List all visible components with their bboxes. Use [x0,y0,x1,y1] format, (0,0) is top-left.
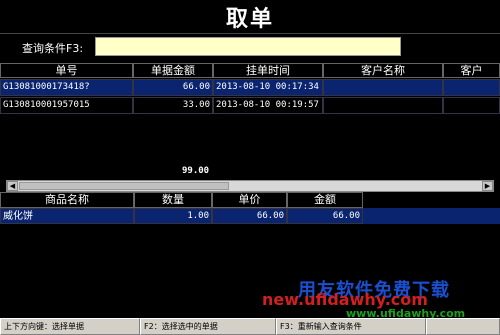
column-header-qty[interactable]: 数量 [134,192,212,208]
horizontal-scrollbar[interactable]: ◀ ▶ [6,180,494,192]
qty-cell: 1.00 [134,208,212,224]
column-header-order-no[interactable]: 单号 [0,63,133,78]
column-header-time[interactable]: 挂单时间 [213,63,323,78]
title-bar: 取单 [0,0,500,34]
amount-cell: 33.00 [133,97,213,114]
column-header-customer-2[interactable]: 客户 [443,63,500,78]
status-segment-empty [426,318,500,335]
table-row[interactable]: 威化饼 1.00 66.00 66.00 [0,208,500,224]
items-header: 商品名称 数量 单价 金额 [0,192,363,208]
status-hint-select: F2：选择选中的单据 [140,318,276,335]
column-header-amount[interactable]: 单据金额 [133,63,213,78]
status-bar: 上下方向键：选择单据 F2：选择选中的单据 F3：重新输入查询条件 [0,318,500,335]
customer-2-cell [443,97,500,114]
item-name-cell: 威化饼 [0,208,134,224]
query-input[interactable] [95,37,401,56]
column-header-item-name[interactable]: 商品名称 [0,192,134,208]
scrollbar-thumb[interactable] [19,182,229,190]
query-label: 查询条件F3: [22,42,84,55]
status-hint-query: F3：重新输入查询条件 [276,318,426,335]
customer-cell [323,79,443,96]
table-row[interactable]: G130810001957015 33.00 2013-08-10 00:19:… [0,97,500,114]
column-header-item-amount[interactable]: 金额 [287,192,363,208]
order-no-cell: G130810001957015 [0,97,133,114]
amount-cell: 66.00 [133,79,213,96]
order-no-cell: G13081000173418? [0,79,133,96]
table-row[interactable]: G13081000173418? 66.00 2013-08-10 00:17:… [0,79,500,96]
scroll-left-icon[interactable]: ◀ [7,181,18,191]
window-title: 取单 [225,6,274,32]
orders-header: 单号 单据金额 挂单时间 客户名称 客户 [0,63,500,78]
status-hint-navigate: 上下方向键：选择单据 [0,318,140,335]
item-amount-cell: 66.00 [287,208,363,224]
scroll-right-icon[interactable]: ▶ [482,181,493,191]
orders-total: 99.00 [182,166,210,176]
time-cell: 2013-08-10 00:17:34 [213,79,323,96]
price-cell: 66.00 [212,208,287,224]
customer-cell [323,97,443,114]
customer-2-cell [443,79,500,96]
time-cell: 2013-08-10 00:19:57 [213,97,323,114]
orders-grid: 单号 单据金额 挂单时间 客户名称 客户 G13081000173418? 66… [0,63,500,183]
column-header-customer[interactable]: 客户名称 [323,63,443,78]
column-header-price[interactable]: 单价 [212,192,287,208]
query-row: 查询条件F3: [0,34,500,60]
